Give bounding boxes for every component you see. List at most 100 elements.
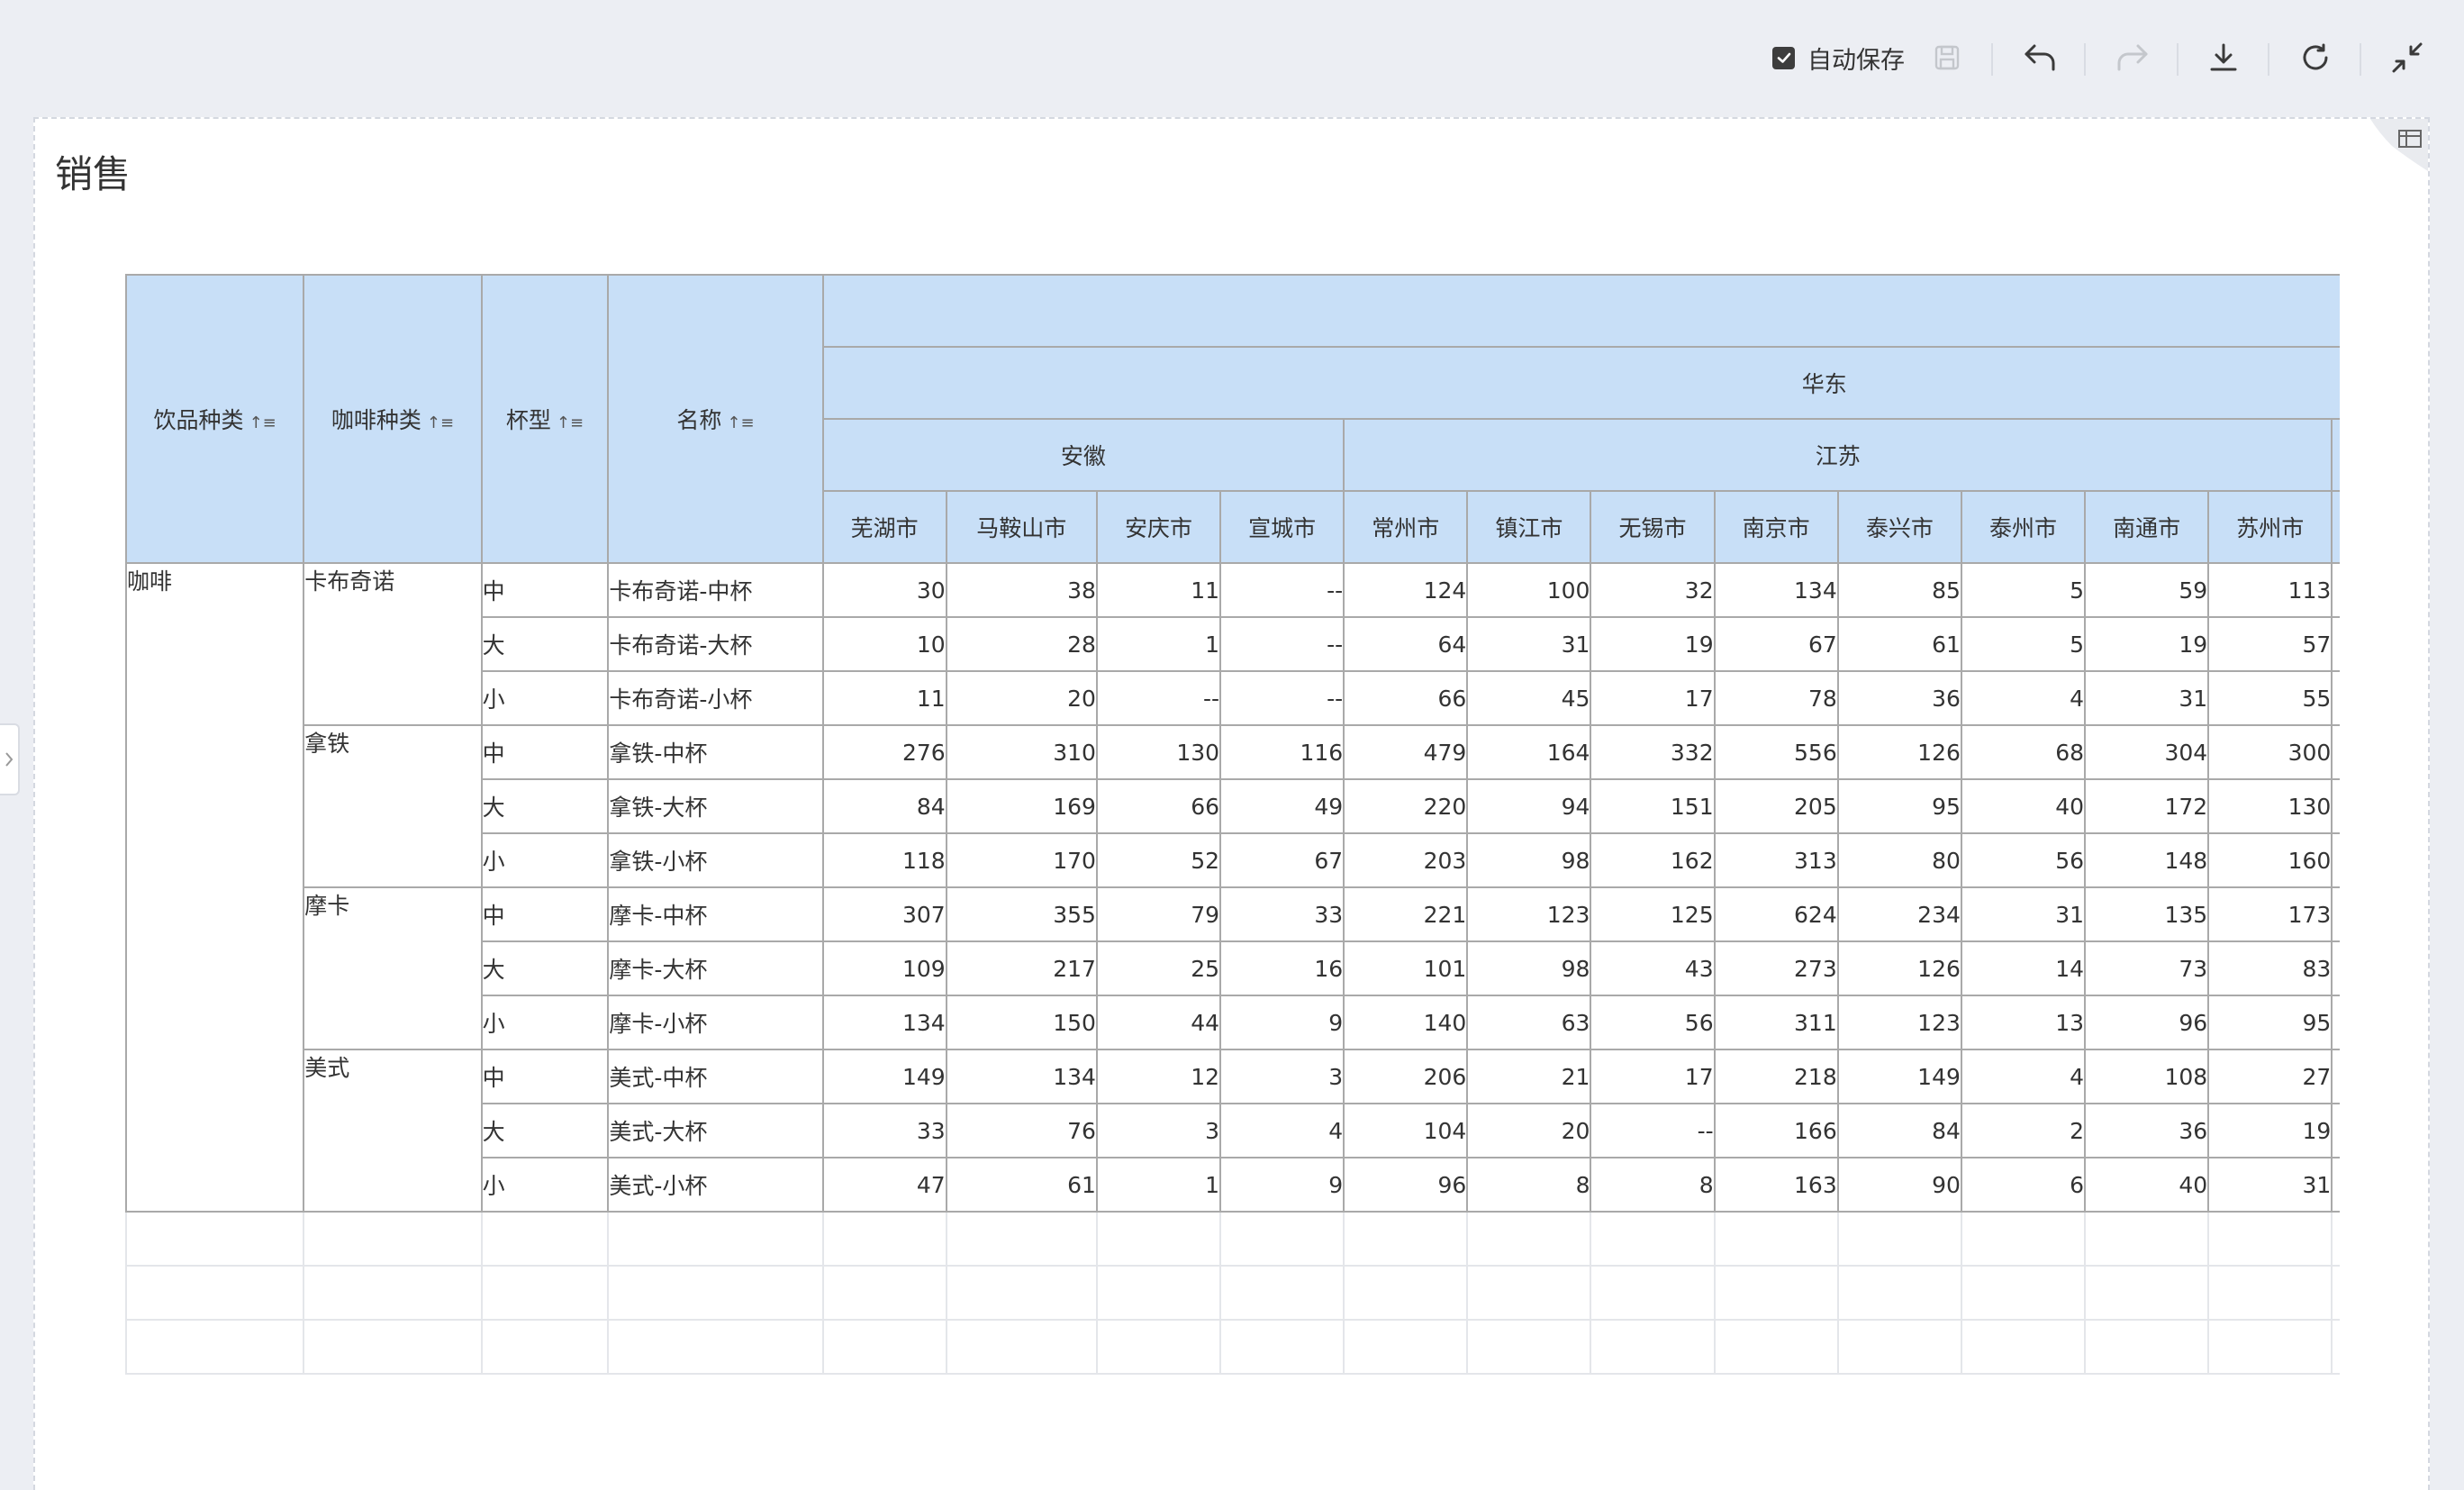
product-name-cell: 美式-中杯 (607, 1049, 824, 1104)
city-header[interactable]: 泰兴市 (1836, 490, 1962, 564)
value-cell: 163 (1713, 1157, 1839, 1213)
value-cell: 300 (2207, 724, 2333, 780)
value-cell: 94 (1466, 778, 1592, 834)
province-header[interactable]: 江苏 (1343, 418, 2333, 492)
value-cell: 166 (1713, 1103, 1839, 1158)
value-cell: 100 (1466, 562, 1592, 618)
value-cell: 19 (2207, 1103, 2333, 1158)
value-cell: 2 (1960, 1103, 2087, 1158)
value-cell: 4 (1960, 1049, 2087, 1104)
city-header[interactable]: 马鞍山市 (945, 490, 1098, 564)
table-row: 摩卡中摩卡-中杯 307 355 79 33 221 123 125 624 234 31 135 17… (126, 886, 2340, 1050)
empty-cell (945, 1211, 1098, 1267)
value-cell: 36 (1836, 670, 1962, 726)
value-cell: 20 (1466, 1103, 1592, 1158)
value-cell: 113 (2207, 562, 2333, 618)
value-cell: 56 (1960, 832, 2087, 888)
empty-cell (303, 1319, 483, 1375)
sort-icon[interactable]: ↑≡ (249, 413, 276, 432)
city-header[interactable]: 宣城市 (1219, 490, 1345, 564)
value-cell: 20 (945, 670, 1098, 726)
value-cell: 19 (1590, 616, 1716, 672)
value-cell: 33 (821, 1103, 947, 1158)
value-cell: 98 (1466, 940, 1592, 996)
value-cell: 170 (945, 832, 1098, 888)
city-header[interactable]: 泰州市 (1960, 490, 2087, 564)
empty-cell (821, 1265, 947, 1321)
sort-icon[interactable]: ↑≡ (427, 413, 454, 432)
column-header[interactable]: 饮品种类 ↑≡ (125, 274, 305, 564)
column-header[interactable]: 杯型 ↑≡ (480, 274, 610, 564)
sort-icon[interactable]: ↑≡ (727, 413, 754, 432)
value-cell: 38 (945, 562, 1098, 618)
column-header[interactable]: 咖啡种类 ↑≡ (303, 274, 483, 564)
empty-cell (1836, 1265, 1962, 1321)
province-header[interactable]: 安徽 (821, 418, 1345, 492)
save-icon[interactable] (1927, 40, 1967, 76)
empty-cell (303, 1265, 483, 1321)
empty-cell (2207, 1265, 2333, 1321)
value-cell: 624 (1713, 886, 1839, 942)
product-name-cell: 卡布奇诺-小杯 (607, 670, 824, 726)
side-expand-handle[interactable] (0, 723, 20, 795)
empty-cell (2331, 1265, 2340, 1321)
city-header[interactable]: 芜湖市 (821, 490, 947, 564)
redo-icon[interactable] (2113, 40, 2152, 76)
city-header[interactable]: 安庆市 (1095, 490, 1222, 564)
city-header[interactable]: 常州市 (1343, 490, 1469, 564)
value-cell: 6 (1960, 1157, 2087, 1213)
cup-size-cell: 小 (480, 670, 610, 726)
product-name-cell: 美式-小杯 (607, 1157, 824, 1213)
value-cell: 61 (1836, 616, 1962, 672)
collapse-icon[interactable] (2387, 40, 2427, 76)
value-cell: 31 (1466, 616, 1592, 672)
empty-cell (607, 1319, 824, 1375)
value-cell: 28 (945, 616, 1098, 672)
cup-size-cell: 小 (480, 832, 610, 888)
city-header[interactable]: 南通市 (2084, 490, 2210, 564)
empty-cell (1590, 1319, 1716, 1375)
empty-cell (1960, 1319, 2087, 1375)
pivot-table: 饮品种类 ↑≡ 咖啡种类 ↑≡ 杯型 ↑≡ 名称 ↑≡ 华东安徽江苏浙江芜湖市马鞍山市安庆市宣城… (125, 274, 2340, 1375)
empty-cell (2207, 1211, 2333, 1267)
pivot-table-viewport[interactable]: 饮品种类 ↑≡ 咖啡种类 ↑≡ 杯型 ↑≡ 名称 ↑≡ 华东安徽江苏浙江芜湖市马鞍山市安庆市宣城… (125, 274, 2340, 1375)
empty-cell (480, 1319, 610, 1375)
value-cell: 33 (1219, 886, 1345, 942)
value-cell: 79 (1095, 886, 1222, 942)
empty-cell (607, 1211, 824, 1267)
value-cell: 30 (821, 562, 947, 618)
value-cell: 101 (1343, 940, 1469, 996)
empty-cell (1343, 1265, 1469, 1321)
autosave-checkbox[interactable] (1772, 46, 1795, 69)
refresh-icon[interactable] (2296, 40, 2335, 76)
cup-size-cell: 中 (480, 886, 610, 942)
column-header[interactable]: 名称 ↑≡ (607, 274, 824, 564)
value-cell: 169 (945, 778, 1098, 834)
city-header[interactable]: 镇江市 (1466, 490, 1592, 564)
city-header[interactable]: 无锡市 (1590, 490, 1716, 564)
value-cell: 67 (1713, 616, 1839, 672)
autosave-toggle[interactable]: 自动保存 (1772, 44, 1905, 75)
sort-icon[interactable]: ↑≡ (557, 413, 584, 432)
panel-menu-icon[interactable] (2365, 119, 2428, 173)
province-header[interactable]: 浙江 (2331, 418, 2340, 492)
region-header[interactable]: 华东 (821, 346, 2340, 420)
value-cell: 178 (2331, 778, 2340, 834)
product-name-cell: 美式-大杯 (607, 1103, 824, 1158)
empty-cell (303, 1211, 483, 1267)
value-cell: 17 (1590, 670, 1716, 726)
empty-cell (2331, 1211, 2340, 1267)
value-cell: 134 (821, 995, 947, 1050)
undo-icon[interactable] (2020, 40, 2060, 76)
value-cell: 5 (2331, 1157, 2340, 1213)
city-header[interactable]: 绍兴市 (2331, 490, 2340, 564)
value-cell: 150 (945, 995, 1098, 1050)
download-icon[interactable] (2204, 40, 2243, 76)
product-name-cell: 拿铁-大杯 (607, 778, 824, 834)
city-header[interactable]: 南京市 (1713, 490, 1839, 564)
value-cell: 313 (1713, 832, 1839, 888)
city-header[interactable]: 苏州市 (2207, 490, 2333, 564)
value-cell: 126 (1836, 724, 1962, 780)
cup-size-cell: 小 (480, 1157, 610, 1213)
empty-cell (1836, 1319, 1962, 1375)
